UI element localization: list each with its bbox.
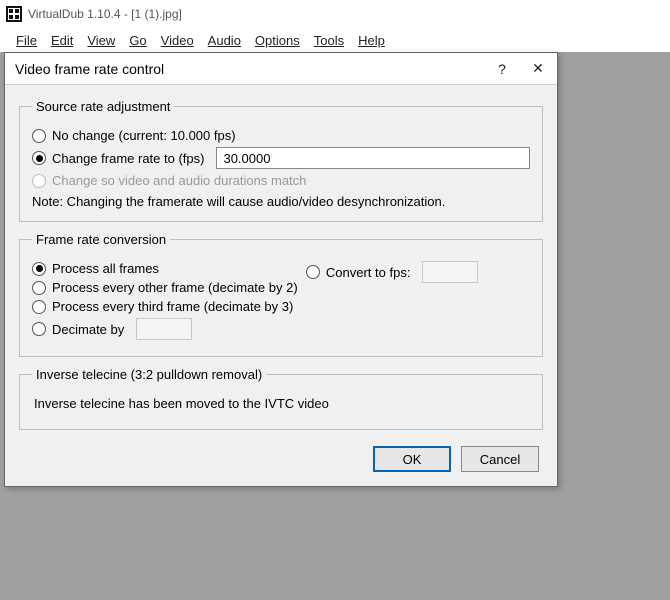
source-note: Note: Changing the framerate will cause … — [32, 194, 530, 209]
radio-match-av-label: Change so video and audio durations matc… — [52, 173, 306, 188]
help-icon: ? — [498, 61, 506, 77]
menu-tools[interactable]: Tools — [308, 31, 350, 50]
menu-go[interactable]: Go — [123, 31, 152, 50]
cancel-button[interactable]: Cancel — [461, 446, 539, 472]
framerate-dialog: Video frame rate control ? ✕ Source rate… — [4, 52, 558, 487]
source-rate-legend: Source rate adjustment — [32, 99, 174, 114]
radio-decimate3-label[interactable]: Process every third frame (decimate by 3… — [52, 299, 293, 314]
radio-change-fps[interactable] — [32, 151, 46, 165]
dialog-title: Video frame rate control — [15, 61, 164, 77]
change-fps-input[interactable] — [216, 147, 530, 169]
radio-process-all[interactable] — [32, 262, 46, 276]
ivtc-group: Inverse telecine (3:2 pulldown removal) … — [19, 367, 543, 430]
radio-decimate-by[interactable] — [32, 322, 46, 336]
ivtc-text: Inverse telecine has been moved to the I… — [32, 392, 530, 417]
radio-match-av — [32, 174, 46, 188]
radio-convert-to-fps-label[interactable]: Convert to fps: — [326, 265, 411, 280]
menu-view[interactable]: View — [81, 31, 121, 50]
menu-edit[interactable]: Edit — [45, 31, 79, 50]
app-titlebar: VirtualDub 1.10.4 - [1 (1).jpg] — [0, 0, 670, 28]
ivtc-legend: Inverse telecine (3:2 pulldown removal) — [32, 367, 266, 382]
menu-options[interactable]: Options — [249, 31, 306, 50]
decimate-by-input[interactable] — [136, 318, 192, 340]
menu-video[interactable]: Video — [155, 31, 200, 50]
radio-decimate-by-label[interactable]: Decimate by — [52, 322, 124, 337]
radio-process-all-label[interactable]: Process all frames — [52, 261, 159, 276]
app-icon — [6, 6, 22, 22]
radio-decimate3[interactable] — [32, 300, 46, 314]
menu-audio[interactable]: Audio — [202, 31, 247, 50]
close-icon: ✕ — [532, 60, 544, 77]
menu-help[interactable]: Help — [352, 31, 391, 50]
dialog-close-button[interactable]: ✕ — [527, 58, 549, 80]
radio-decimate2-label[interactable]: Process every other frame (decimate by 2… — [52, 280, 298, 295]
dialog-help-button[interactable]: ? — [491, 58, 513, 80]
source-rate-group: Source rate adjustment No change (curren… — [19, 99, 543, 222]
radio-change-fps-label[interactable]: Change frame rate to (fps) — [52, 151, 204, 166]
radio-no-change-label[interactable]: No change (current: 10.000 fps) — [52, 128, 236, 143]
ok-button[interactable]: OK — [373, 446, 451, 472]
menu-file[interactable]: File — [10, 31, 43, 50]
conversion-group: Frame rate conversion Process all frames… — [19, 232, 543, 357]
app-title: VirtualDub 1.10.4 - [1 (1).jpg] — [28, 7, 182, 21]
radio-no-change[interactable] — [32, 129, 46, 143]
radio-decimate2[interactable] — [32, 281, 46, 295]
convert-to-fps-input[interactable] — [422, 261, 478, 283]
dialog-titlebar: Video frame rate control ? ✕ — [5, 53, 557, 85]
menubar: File Edit View Go Video Audio Options To… — [0, 28, 670, 52]
radio-convert-to-fps[interactable] — [306, 265, 320, 279]
conversion-legend: Frame rate conversion — [32, 232, 170, 247]
